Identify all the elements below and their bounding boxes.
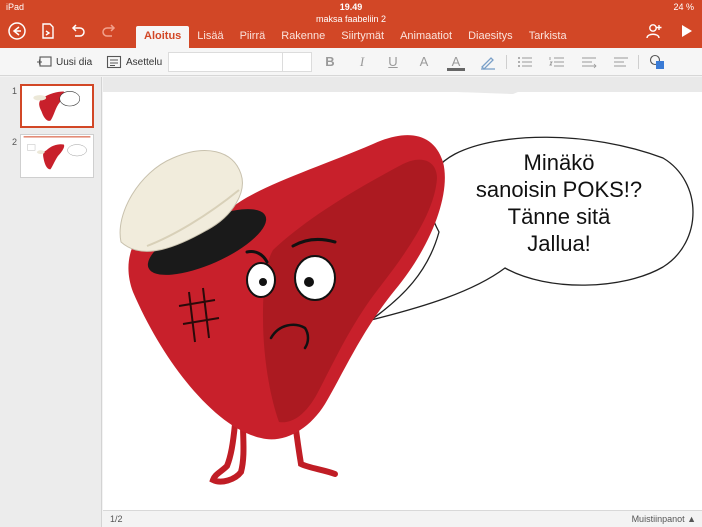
clock: 19.49	[339, 2, 363, 12]
layout-button[interactable]: Asettelu	[106, 52, 162, 72]
back-arrow-icon	[8, 22, 26, 40]
file-icon	[42, 23, 54, 39]
font-color-button[interactable]: A	[447, 53, 465, 71]
slide-thumbnail-1[interactable]	[20, 84, 94, 128]
layout-label: Asettelu	[126, 56, 163, 68]
new-slide-button[interactable]: Uusi dia	[36, 52, 92, 72]
tab-diaesitys[interactable]: Diaesitys	[460, 26, 521, 48]
font-name-field[interactable]	[168, 52, 312, 72]
play-icon	[682, 25, 692, 37]
tab-lisaa[interactable]: Lisää	[189, 26, 231, 48]
bubble-line-4: Jallua!	[527, 231, 591, 256]
slide-number: 1	[12, 86, 18, 96]
title-bar: iPad 19.49 24 % maksa faabeliin 2 Aloitu…	[0, 0, 702, 48]
slide-number: 2	[12, 137, 18, 147]
tab-piirra[interactable]: Piirrä	[232, 26, 274, 48]
bullets-button[interactable]	[516, 53, 534, 71]
align-button[interactable]	[612, 53, 630, 71]
file-button[interactable]	[38, 21, 58, 41]
share-button[interactable]	[644, 21, 664, 41]
bold-button[interactable]: B	[321, 53, 339, 71]
numbered-list-icon	[549, 57, 564, 67]
shapes-icon	[649, 54, 664, 69]
text-align-icon	[614, 57, 628, 67]
slide-2-thumbnail-icon	[23, 136, 91, 170]
ribbon-tabs: Aloitus Lisää Piirrä Rakenne Siirtymät A…	[136, 26, 575, 48]
line-spacing-button[interactable]	[580, 53, 598, 71]
tab-animaatiot[interactable]: Animaatiot	[392, 26, 460, 48]
tab-aloitus[interactable]: Aloitus	[136, 26, 190, 48]
tab-tarkista[interactable]: Tarkista	[521, 26, 575, 48]
highlighter-icon	[481, 57, 495, 70]
status-bar: iPad 19.49 24 %	[0, 0, 702, 14]
bubble-line-3: Tänne sitä	[507, 204, 611, 229]
undo-icon	[71, 24, 85, 37]
bubble-line-2: sanoisin POKS!?	[475, 177, 643, 202]
slide-editing-area: Minäkö sanoisin POKS!? Tänne sitä Jallua…	[103, 77, 702, 512]
back-button[interactable]	[7, 21, 27, 41]
slide-canvas[interactable]: Minäkö sanoisin POKS!? Tänne sitä Jallua…	[103, 92, 702, 512]
battery-level: 24 %	[673, 2, 694, 12]
italic-button[interactable]: I	[353, 53, 371, 71]
liver-character-thumbnail-icon	[33, 91, 80, 121]
undo-button[interactable]	[68, 21, 88, 41]
underline-button[interactable]: U	[384, 53, 402, 71]
ribbon-toolbar: Uusi dia Asettelu B I U A A	[0, 48, 702, 76]
shapes-button[interactable]	[648, 53, 666, 71]
tab-siirtymat[interactable]: Siirtymät	[333, 26, 392, 48]
new-slide-label: Uusi dia	[56, 56, 93, 68]
layout-icon	[106, 55, 122, 69]
slide-thumbnail-2[interactable]	[20, 134, 94, 178]
bubble-line-1: Minäkö	[523, 150, 595, 175]
notes-button[interactable]: Muistiinpanot ▲	[632, 514, 696, 524]
numbering-button[interactable]	[548, 53, 566, 71]
slide-thumbnail-pane: 1 2	[0, 77, 102, 527]
status-footer: 1/2 Muistiinpanot ▲	[103, 510, 702, 527]
slide-counter: 1/2	[110, 514, 123, 524]
bullet-list-icon	[518, 57, 532, 67]
play-slideshow-button[interactable]	[676, 21, 696, 41]
speech-bubble-text[interactable]: Minäkö sanoisin POKS!? Tänne sitä Jallua…	[459, 149, 659, 257]
align-icon	[582, 57, 597, 69]
new-slide-icon	[37, 56, 52, 67]
tab-rakenne[interactable]: Rakenne	[273, 26, 333, 48]
text-effects-button[interactable]: A	[415, 53, 433, 71]
redo-icon	[102, 24, 116, 37]
add-person-icon	[646, 24, 662, 39]
redo-button[interactable]	[99, 21, 119, 41]
highlight-button[interactable]	[479, 53, 497, 71]
